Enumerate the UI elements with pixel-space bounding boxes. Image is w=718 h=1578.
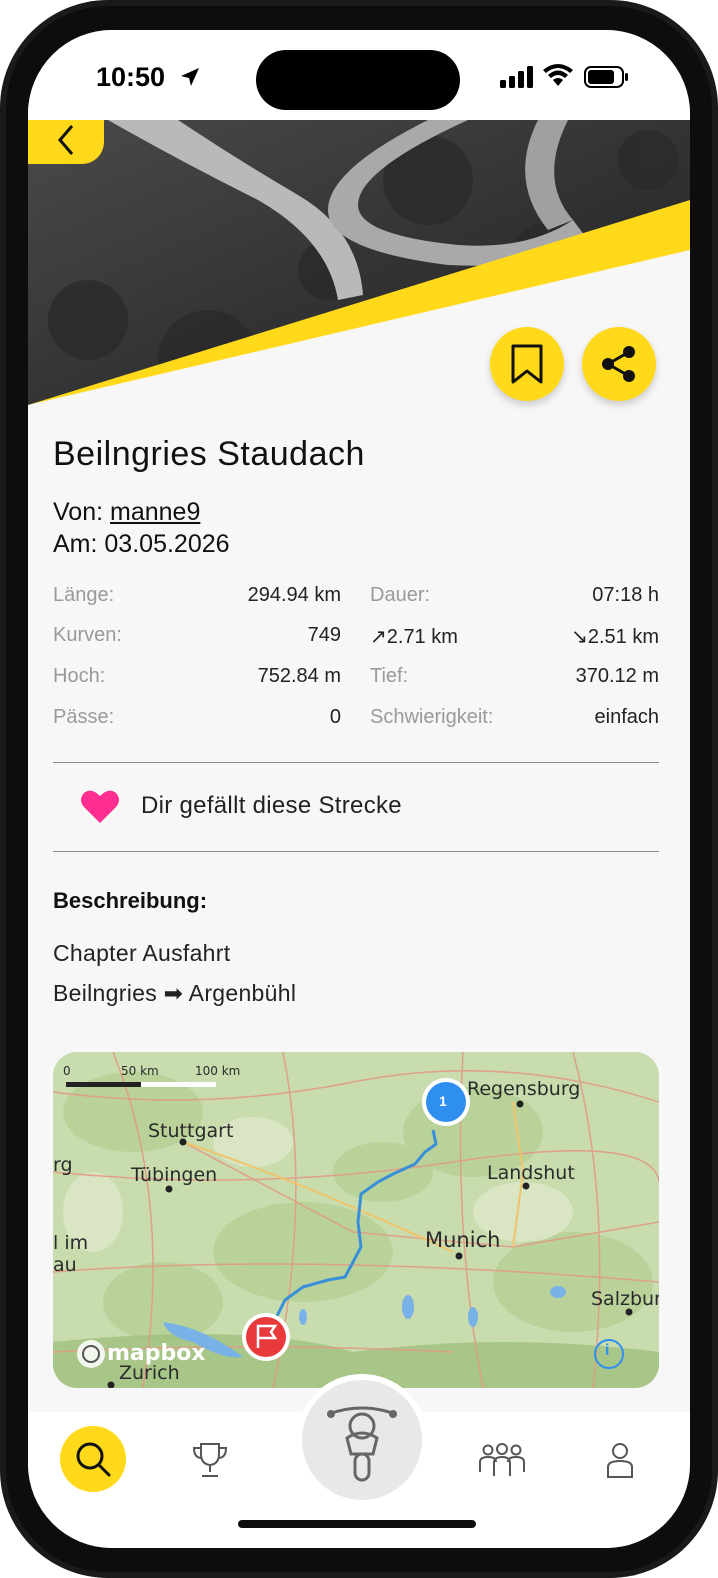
back-button[interactable] — [28, 120, 104, 164]
low-value: 370.12 m — [575, 665, 659, 687]
divider — [53, 762, 659, 763]
share-button[interactable] — [582, 327, 656, 401]
passes-label: Pässe: — [53, 706, 115, 728]
map-scale-label: 50 km — [121, 1064, 159, 1078]
trophy-icon — [192, 1443, 228, 1477]
dynamic-island — [256, 50, 460, 110]
descent-value: ↘2.51 km — [571, 626, 659, 648]
profile-icon — [607, 1443, 633, 1478]
low-label: Tief: — [370, 665, 409, 687]
like-text: Dir gefällt diese Strecke — [141, 792, 402, 819]
author-link[interactable]: manne9 — [110, 498, 200, 526]
duration-value: 07:18 h — [592, 584, 659, 606]
map-city-label: Tübingen — [131, 1164, 218, 1186]
home-indicator — [238, 1520, 476, 1528]
author-line: Von: manne9 — [53, 498, 200, 527]
nav-motorcycle[interactable] — [296, 1374, 428, 1506]
passes-value: 0 — [329, 706, 341, 728]
curves-value: 749 — [307, 624, 341, 646]
group-icon — [479, 1443, 525, 1476]
map-city-label: Stuttgart — [148, 1120, 234, 1142]
map-scale-label: 100 km — [195, 1064, 241, 1078]
status-bar: 10:50 — [28, 30, 690, 120]
date-label: Am: — [53, 530, 98, 558]
map-city-label: l im — [53, 1232, 89, 1254]
map-city-label: Regensburg — [467, 1078, 581, 1100]
nav-trophy[interactable] — [184, 1434, 236, 1486]
divider — [53, 851, 659, 852]
high-value: 752.84 m — [257, 665, 341, 687]
difficulty-value: einfach — [594, 706, 660, 728]
motorcycle-icon — [327, 1406, 397, 1482]
nav-profile[interactable] — [594, 1434, 646, 1486]
map-city-label: Salzbur — [591, 1288, 659, 1310]
length-value: 294.94 km — [247, 584, 341, 606]
search-icon — [76, 1442, 111, 1477]
description-heading: Beschreibung: — [53, 888, 208, 913]
mapbox-logo[interactable]: mapbox — [107, 1341, 206, 1366]
route-map[interactable]: 0 50 km 100 km Regensburg Stuttgart Tübi… — [53, 1052, 659, 1388]
map-city-label: Munich — [425, 1228, 501, 1252]
map-city-label: au — [53, 1254, 77, 1276]
map-city-label: Landshut — [487, 1162, 575, 1184]
status-time: 10:50 — [96, 62, 166, 92]
ascent-value: ↗2.71 km — [370, 626, 458, 648]
bookmark-button[interactable] — [490, 327, 564, 401]
curves-label: Kurven: — [53, 624, 122, 646]
map-scale-label: 0 — [63, 1064, 71, 1078]
description-line: Chapter Ausfahrt — [53, 940, 231, 966]
nav-community[interactable] — [474, 1434, 530, 1486]
chevron-left-icon — [58, 125, 74, 155]
route-title: Beilngries Staudach — [53, 435, 365, 473]
heart-icon[interactable] — [80, 788, 120, 824]
map-info-icon[interactable]: i — [605, 1342, 609, 1360]
nav-search[interactable] — [60, 1426, 126, 1492]
difficulty-label: Schwierigkeit: — [370, 706, 494, 728]
map-city-label: rg — [53, 1154, 73, 1176]
duration-label: Dauer: — [370, 584, 431, 606]
length-label: Länge: — [53, 584, 115, 606]
cellular-signal-icon — [500, 66, 533, 88]
date-value: 03.05.2026 — [104, 530, 230, 558]
high-label: Hoch: — [53, 665, 106, 687]
start-marker-label[interactable]: 1 — [439, 1093, 447, 1109]
bookmark-icon — [511, 344, 543, 384]
location-arrow-icon — [181, 68, 199, 86]
date-line: Am: 03.05.2026 — [53, 530, 230, 559]
author-label: Von: — [53, 498, 104, 526]
share-icon — [602, 346, 635, 382]
description-line: Beilngries ➡ Argenbühl — [53, 980, 297, 1006]
screen: 10:50 Beilngries Staudach Von: manne9 Am… — [28, 30, 690, 1548]
battery-icon — [584, 66, 628, 88]
wifi-icon — [543, 64, 573, 86]
map-scale-bar — [66, 1082, 216, 1087]
